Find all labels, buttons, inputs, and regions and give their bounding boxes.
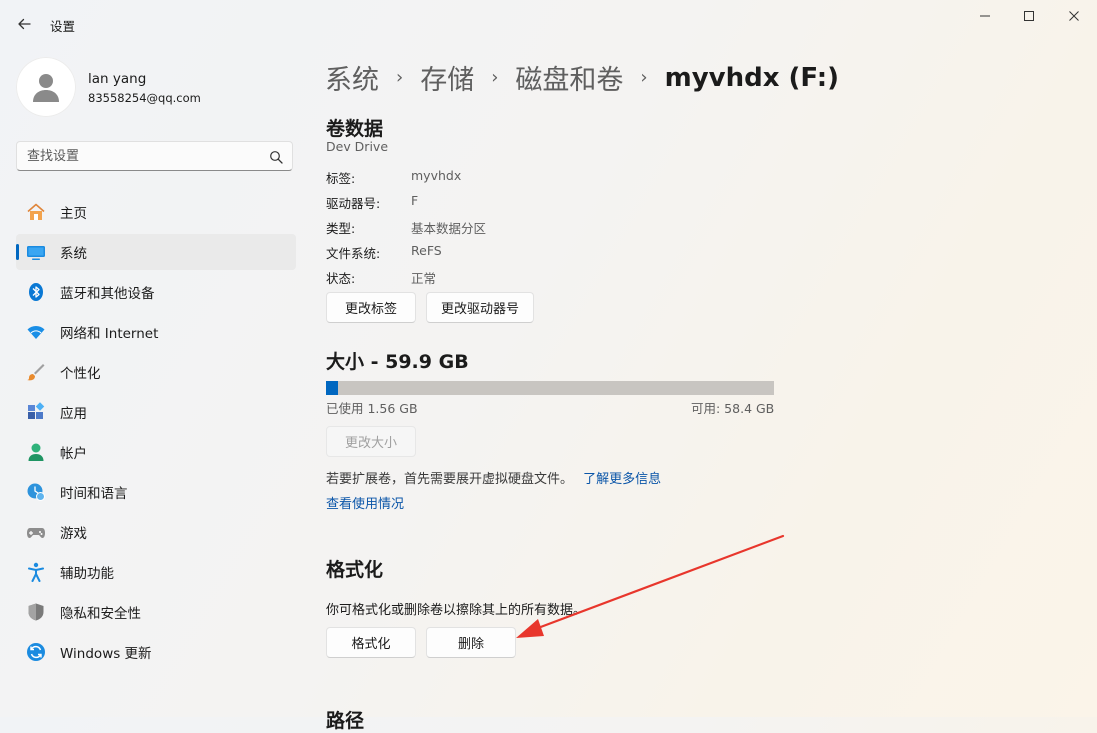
breadcrumb-item-storage[interactable]: 存储 [420, 58, 474, 97]
chevron-right-icon: › [640, 67, 648, 88]
sidebar-item-bluetooth[interactable]: 蓝牙和其他设备 [16, 274, 296, 310]
sidebar-item-label: 时间和语言 [60, 486, 128, 502]
prop-drive-letter-label: 驱动器号: [326, 196, 381, 211]
change-label-button[interactable]: 更改标签 [326, 292, 416, 323]
prop-label-value: myvhdx [411, 168, 462, 183]
view-usage-link[interactable]: 查看使用情况 [326, 493, 404, 512]
format-heading: 格式化 [326, 559, 384, 581]
sidebar-item-label: Windows 更新 [60, 646, 152, 662]
sidebar-item-label: 主页 [60, 206, 87, 222]
sidebar-item-label: 蓝牙和其他设备 [60, 286, 155, 302]
prop-filesystem-label: 文件系统: [326, 246, 381, 261]
sidebar-item-label: 辅助功能 [60, 566, 114, 582]
sidebar-item-accessibility[interactable]: 辅助功能 [16, 554, 296, 590]
close-button[interactable] [1051, 0, 1097, 32]
gamepad-icon [26, 522, 46, 542]
sidebar-item-label: 隐私和安全性 [60, 606, 141, 622]
expand-note-row: 若要扩展卷，首先需要展开虚拟硬盘文件。 了解更多信息 [326, 468, 661, 487]
app-title: 设置 [50, 19, 76, 34]
free-space-label: 可用: 58.4 GB [691, 401, 775, 416]
breadcrumb-item-system[interactable]: 系统 [325, 58, 379, 97]
prop-label-label: 标签: [326, 171, 356, 186]
used-space-label: 已使用 1.56 GB [326, 401, 418, 416]
breadcrumb: 系统 › 存储 › 磁盘和卷 › myvhdx (F:) [325, 58, 839, 97]
sidebar-item-personalization[interactable]: 个性化 [16, 354, 296, 390]
sidebar-item-apps[interactable]: 应用 [16, 394, 296, 430]
expand-note-text: 若要扩展卷，首先需要展开虚拟硬盘文件。 [326, 472, 574, 487]
sidebar-item-privacy[interactable]: 隐私和安全性 [16, 594, 296, 630]
sidebar-item-system[interactable]: 系统 [16, 234, 296, 270]
annotation-arrow-icon [516, 534, 785, 638]
change-drive-letter-button[interactable]: 更改驱动器号 [426, 292, 534, 323]
search-icon[interactable] [269, 150, 283, 164]
time-language-icon [26, 482, 46, 502]
learn-more-link[interactable]: 了解更多信息 [583, 472, 661, 487]
sidebar-item-label: 游戏 [60, 526, 87, 542]
sidebar-item-label: 系统 [60, 246, 87, 262]
breadcrumb-current: myvhdx (F:) [664, 62, 840, 93]
back-arrow-icon [18, 18, 31, 30]
maximize-icon [1024, 11, 1034, 21]
prop-filesystem-value: ReFS [411, 243, 442, 258]
maximize-button[interactable] [1006, 0, 1052, 32]
home-icon [26, 202, 46, 222]
sidebar-item-network[interactable]: 网络和 Internet [16, 314, 296, 350]
sidebar-item-windows-update[interactable]: Windows 更新 [16, 634, 296, 670]
prop-type-label: 类型: [326, 221, 356, 236]
shield-icon [26, 602, 46, 622]
minimize-icon [980, 15, 990, 17]
prop-type-value: 基本数据分区 [411, 221, 487, 236]
sidebar-item-label: 网络和 Internet [60, 326, 159, 342]
usage-bar-fill [326, 381, 338, 395]
sidebar-item-label: 帐户 [60, 446, 87, 462]
size-heading: 大小 - 59.9 GB [326, 351, 469, 373]
format-button[interactable]: 格式化 [326, 627, 416, 658]
prop-status-label: 状态: [326, 271, 356, 286]
account-icon [26, 442, 46, 462]
volume-subtitle: Dev Drive [326, 139, 389, 154]
sidebar-nav: 主页 系统 蓝牙和其他设备 网络和 Internet 个性化 应用 帐户 时间和… [16, 194, 296, 674]
close-icon [1069, 11, 1079, 21]
chevron-right-icon: › [396, 67, 404, 88]
person-icon [33, 74, 59, 102]
minimize-button[interactable] [962, 0, 1008, 32]
search-box [16, 141, 293, 171]
usage-bar [326, 381, 774, 395]
bluetooth-icon [26, 282, 46, 302]
prop-status-value: 正常 [411, 271, 437, 286]
prop-drive-letter-value: F [411, 193, 419, 208]
volume-data-heading: 卷数据 [326, 118, 384, 140]
avatar[interactable] [16, 57, 76, 117]
search-input[interactable] [17, 142, 267, 170]
accessibility-icon [26, 562, 46, 582]
system-icon [26, 242, 46, 262]
sidebar-item-label: 个性化 [60, 366, 101, 382]
sidebar-item-accounts[interactable]: 帐户 [16, 434, 296, 470]
apps-icon [26, 402, 46, 422]
back-button[interactable] [10, 10, 38, 38]
update-icon [26, 642, 46, 662]
wifi-icon [26, 322, 46, 342]
sidebar-item-gaming[interactable]: 游戏 [16, 514, 296, 550]
sidebar-item-label: 应用 [60, 406, 87, 422]
resize-button[interactable]: 更改大小 [326, 426, 416, 457]
brush-icon [26, 362, 46, 382]
breadcrumb-item-disks-volumes[interactable]: 磁盘和卷 [515, 58, 623, 97]
sidebar-item-time-language[interactable]: 时间和语言 [16, 474, 296, 510]
sidebar-item-home[interactable]: 主页 [16, 194, 296, 230]
user-name: lan yang [88, 71, 147, 87]
user-email: 83558254@qq.com [88, 91, 201, 105]
chevron-right-icon: › [491, 67, 499, 88]
path-heading: 路径 [326, 710, 365, 732]
